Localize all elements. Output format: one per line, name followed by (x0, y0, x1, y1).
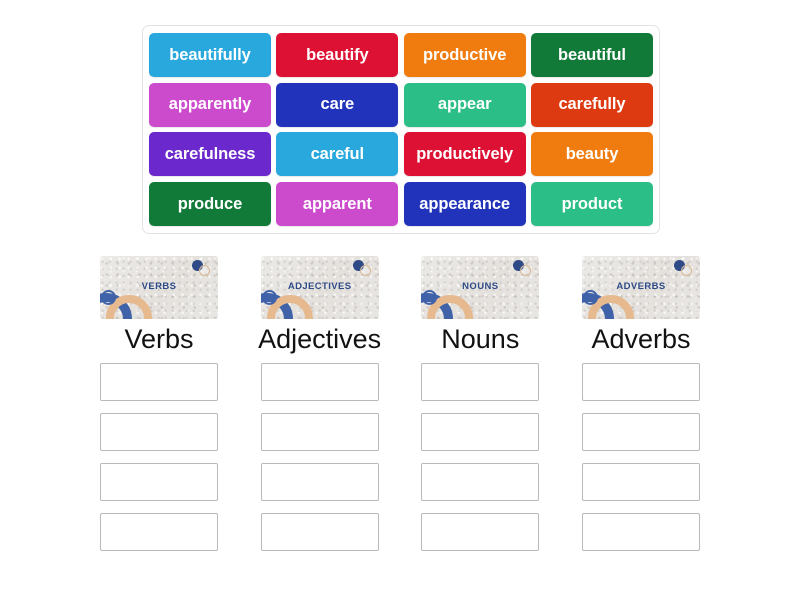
word-tile[interactable]: productively (403, 132, 526, 177)
thumbnail-label: ADVERBS (616, 281, 666, 292)
drop-slot[interactable] (100, 463, 218, 502)
category-column-adverbs: ADVERBS Adverbs (581, 256, 700, 552)
word-bank-pool: beautifully beautify productive beautiful ap… (142, 25, 660, 234)
category-columns: VERBS Verbs ADJECTIVES Adjectives NOUNS Nouns… (100, 256, 700, 552)
drop-slot[interactable] (260, 413, 379, 452)
outline-circle-icon (520, 265, 532, 276)
category-title: Verbs (124, 324, 194, 354)
word-tile-row: produce apparent appearance product (149, 181, 653, 226)
word-tile[interactable]: care (276, 82, 399, 127)
drop-slot[interactable] (100, 363, 218, 402)
small-ring-icon (101, 290, 116, 305)
word-tile[interactable]: beautifully (149, 33, 271, 77)
word-tile[interactable]: product (530, 181, 653, 226)
word-tile-row: apparently care appear carefully (149, 82, 653, 127)
thumbnail-label: VERBS (141, 281, 177, 292)
thumbnail-label: NOUNS (462, 281, 499, 292)
drop-slot[interactable] (260, 463, 379, 502)
word-tile[interactable]: careful (276, 132, 399, 177)
category-title: Adjectives (258, 324, 382, 354)
small-ring-icon (261, 290, 277, 305)
group-sort-activity: beautifully beautify productive beautiful ap… (0, 0, 800, 600)
word-tile[interactable]: beauty (530, 132, 653, 177)
word-tile-row: beautifully beautify productive beautiful (149, 33, 653, 77)
word-tile[interactable]: beautiful (530, 33, 653, 77)
drop-slot-group (100, 363, 218, 552)
drop-slot[interactable] (581, 363, 700, 402)
drop-slot[interactable] (421, 513, 540, 552)
outline-circle-icon (680, 265, 692, 276)
category-thumbnail-adverbs: ADVERBS (581, 256, 700, 319)
category-thumbnail-adjectives: ADJECTIVES (260, 256, 379, 319)
drop-slot[interactable] (581, 463, 700, 502)
word-tile[interactable]: produce (149, 181, 271, 226)
category-column-nouns: NOUNS Nouns (421, 256, 540, 552)
drop-slot[interactable] (421, 463, 540, 502)
drop-slot[interactable] (581, 513, 700, 552)
drop-slot[interactable] (421, 413, 540, 452)
drop-slot[interactable] (100, 413, 218, 452)
word-tile[interactable]: appear (403, 82, 526, 127)
category-title: Adverbs (591, 324, 691, 354)
category-column-adjectives: ADJECTIVES Adjectives (258, 256, 382, 552)
word-tile[interactable]: appearance (403, 181, 526, 226)
category-title: Nouns (441, 324, 520, 354)
drop-slot[interactable] (581, 413, 700, 452)
drop-slot-group (260, 363, 379, 552)
word-tile[interactable]: apparent (276, 181, 399, 226)
category-column-verbs: VERBS Verbs (100, 256, 218, 552)
drop-slot[interactable] (421, 363, 540, 402)
outline-circle-icon (199, 265, 210, 276)
word-tile[interactable]: productive (403, 33, 526, 77)
drop-slot[interactable] (260, 363, 379, 402)
word-tile[interactable]: beautify (276, 33, 399, 77)
drop-slot-group (421, 363, 540, 552)
drop-slot-group (581, 363, 700, 552)
drop-slot[interactable] (100, 513, 218, 552)
word-tile[interactable]: apparently (149, 82, 271, 127)
word-tile[interactable]: carefulness (149, 132, 271, 177)
small-ring-icon (582, 290, 598, 305)
word-tile-row: carefulness careful productively beauty (149, 132, 653, 177)
category-thumbnail-nouns: NOUNS (421, 256, 540, 319)
word-tile[interactable]: carefully (530, 82, 653, 127)
category-thumbnail-verbs: VERBS (100, 256, 218, 319)
drop-slot[interactable] (260, 513, 379, 552)
thumbnail-label: ADJECTIVES (287, 281, 352, 292)
outline-circle-icon (359, 265, 371, 276)
